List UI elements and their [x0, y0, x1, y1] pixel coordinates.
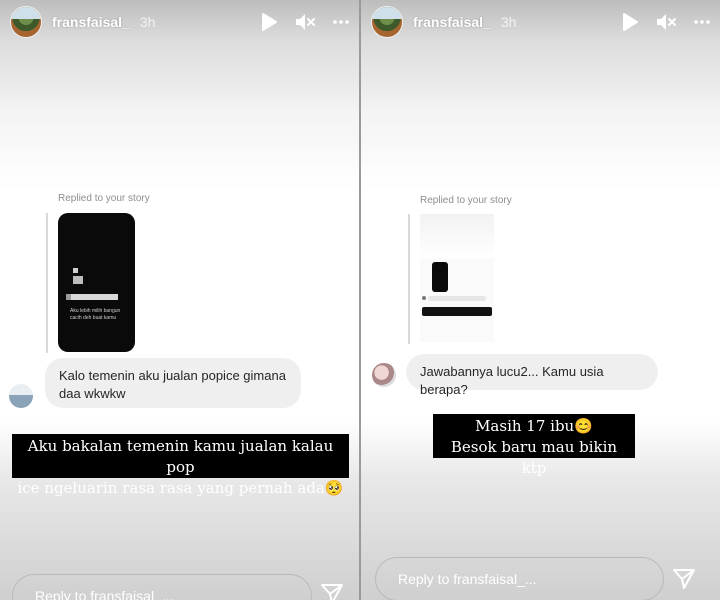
quote-bar [408, 214, 410, 344]
send-icon[interactable] [672, 568, 696, 595]
caption-line: Aku bakalan temenin kamu jualan kalau po… [27, 437, 334, 476]
story-left: fransfaisal_ 3h Replied to your story Ak… [0, 0, 359, 600]
message-bubble: Kalo temenin aku jualan popice gimana da… [45, 358, 301, 408]
play-icon[interactable] [622, 13, 638, 31]
post-time: 3h [500, 14, 517, 30]
message-bubble: Jawabannya lucu2... Kamu usia berapa? [406, 354, 658, 397]
reply-input[interactable] [12, 574, 312, 600]
quote-bar [46, 213, 48, 353]
profile-avatar[interactable] [371, 6, 403, 38]
quoted-story-thumbnail[interactable] [420, 214, 494, 342]
profile-avatar[interactable] [10, 6, 42, 38]
caption-line: ice ngeluarin rasa rasa yang pernah ada🥺 [17, 479, 344, 497]
post-time: 3h [139, 14, 156, 30]
replied-label: Replied to your story [58, 193, 150, 204]
story-header: fransfaisal_ 3h [10, 6, 349, 38]
play-icon[interactable] [261, 13, 277, 31]
story-comparison: fransfaisal_ 3h Replied to your story Ak… [0, 0, 720, 600]
username[interactable]: fransfaisal_ [52, 14, 130, 30]
caption-line: Besok baru mau bikin ktp [450, 438, 618, 477]
sender-avatar[interactable] [372, 363, 396, 387]
reply-input[interactable] [375, 557, 664, 600]
mute-icon[interactable] [295, 13, 315, 31]
mute-icon[interactable] [656, 13, 676, 31]
send-icon[interactable] [320, 583, 344, 600]
quoted-story-text: Aku lebih milih bangun cacih deh buat ka… [70, 308, 121, 321]
replied-label: Replied to your story [420, 195, 512, 206]
story-right: fransfaisal_ 3h Replied to your story Ja… [361, 0, 720, 600]
message-text: Jawabannya lucu2... Kamu usia berapa? [420, 364, 604, 397]
story-caption: Masih 17 ibu😊 Besok baru mau bikin ktp [433, 414, 635, 477]
message-text: Kalo temenin aku jualan popice gimana da… [59, 368, 286, 401]
sender-avatar[interactable] [9, 384, 33, 408]
quoted-story-thumbnail[interactable]: Aku lebih milih bangun cacih deh buat ka… [58, 213, 135, 352]
caption-line: Masih 17 ibu😊 [475, 417, 593, 435]
more-icon[interactable] [694, 20, 710, 24]
more-icon[interactable] [333, 20, 349, 24]
story-caption: Aku bakalan temenin kamu jualan kalau po… [12, 434, 349, 497]
story-header: fransfaisal_ 3h [371, 6, 710, 38]
username[interactable]: fransfaisal_ [413, 14, 491, 30]
